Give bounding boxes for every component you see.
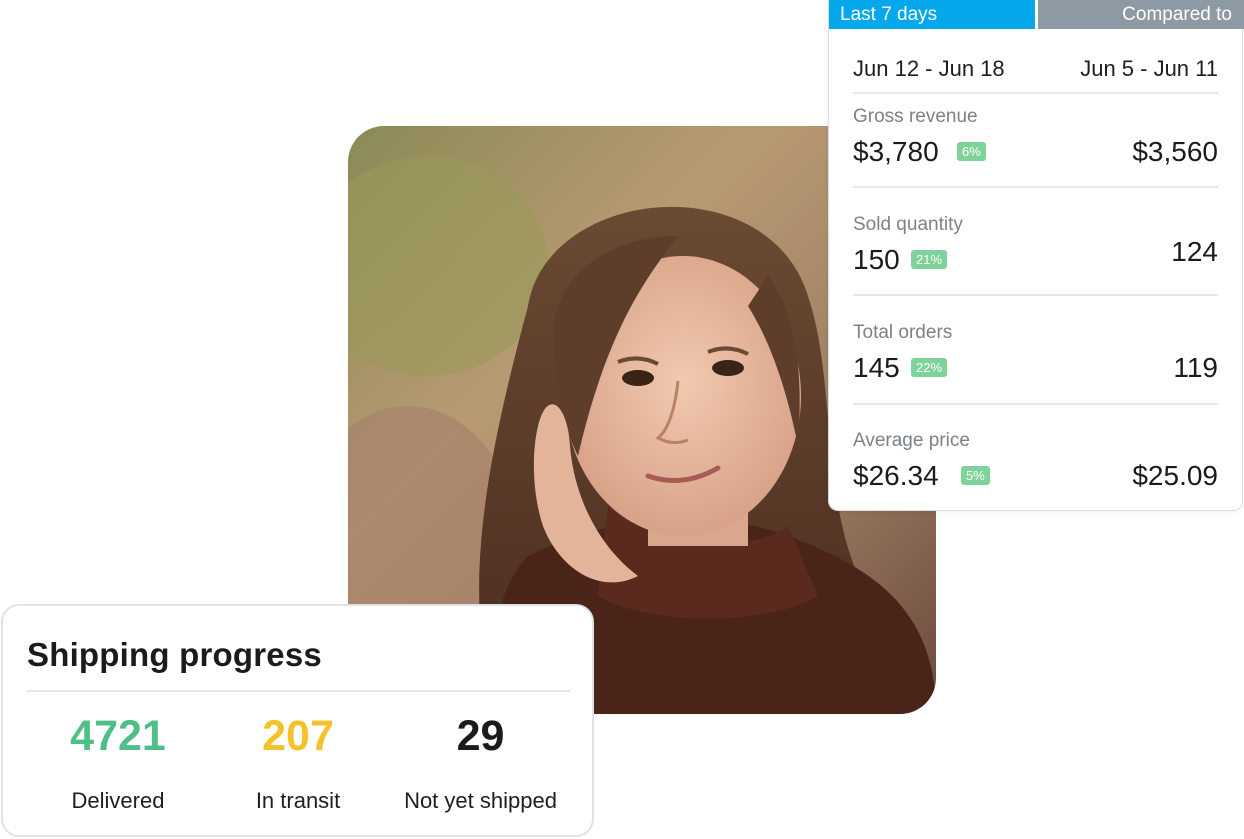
metric-value: $3,780	[853, 136, 939, 167]
divider	[853, 294, 1218, 296]
metric-previous-value: $25.09	[1132, 460, 1218, 491]
date-range-row: Jun 12 - Jun 18 Jun 5 - Jun 11	[853, 52, 1218, 86]
metric-label: Average price	[853, 430, 970, 451]
current-date-range: Jun 12 - Jun 18	[853, 56, 1005, 81]
metric-label: Sold quantity	[853, 214, 963, 235]
metric-gross-revenue: Gross revenue $3,780 6% $3,560	[853, 106, 1218, 196]
in-transit-label: In transit	[255, 788, 341, 813]
change-badge: 22%	[911, 358, 948, 377]
divider	[853, 186, 1218, 188]
divider	[27, 690, 570, 692]
shipping-stat-not-shipped: 29 Not yet shipped	[383, 710, 578, 814]
change-badge: 5%	[961, 466, 990, 485]
stats-comparison-panel: Last 7 days Compared to Jun 12 - Jun 18 …	[828, 0, 1244, 511]
not-shipped-count: 29	[456, 712, 505, 760]
metric-value: 150	[853, 244, 900, 275]
shipping-title: Shipping progress	[27, 636, 322, 673]
shipping-stat-delivered: 4721 Delivered	[23, 710, 213, 814]
metric-previous-value: 119	[1173, 352, 1218, 383]
metric-sold-quantity: Sold quantity 150 21% 124	[853, 214, 1218, 304]
divider	[853, 92, 1218, 94]
metric-previous-value: $3,560	[1132, 136, 1218, 167]
metric-previous-value: 124	[1171, 236, 1218, 267]
change-badge: 6%	[957, 142, 986, 161]
delivered-label: Delivered	[71, 788, 165, 813]
change-badge: 21%	[911, 250, 948, 269]
metric-total-orders: Total orders 145 22% 119	[853, 322, 1218, 412]
metric-value: $26.34	[853, 460, 939, 491]
divider	[853, 403, 1218, 405]
shipping-stat-in-transit: 207 In transit	[203, 710, 393, 814]
metric-average-price: Average price $26.34 5% $25.09	[853, 430, 1218, 520]
delivered-count: 4721	[70, 712, 166, 760]
metric-value: 145	[853, 352, 900, 383]
metric-label: Total orders	[853, 322, 953, 343]
period-tabs: Last 7 days Compared to	[829, 0, 1244, 29]
shipping-progress-card: Shipping progress 4721 Delivered 207 In …	[1, 604, 594, 837]
not-shipped-label: Not yet shipped	[404, 788, 557, 813]
tab-last-7-days[interactable]: Last 7 days	[829, 0, 1035, 29]
metric-label: Gross revenue	[853, 106, 978, 127]
tab-compared-to[interactable]: Compared to	[1038, 0, 1244, 29]
previous-date-range: Jun 5 - Jun 11	[1080, 56, 1218, 81]
in-transit-count: 207	[262, 712, 334, 760]
